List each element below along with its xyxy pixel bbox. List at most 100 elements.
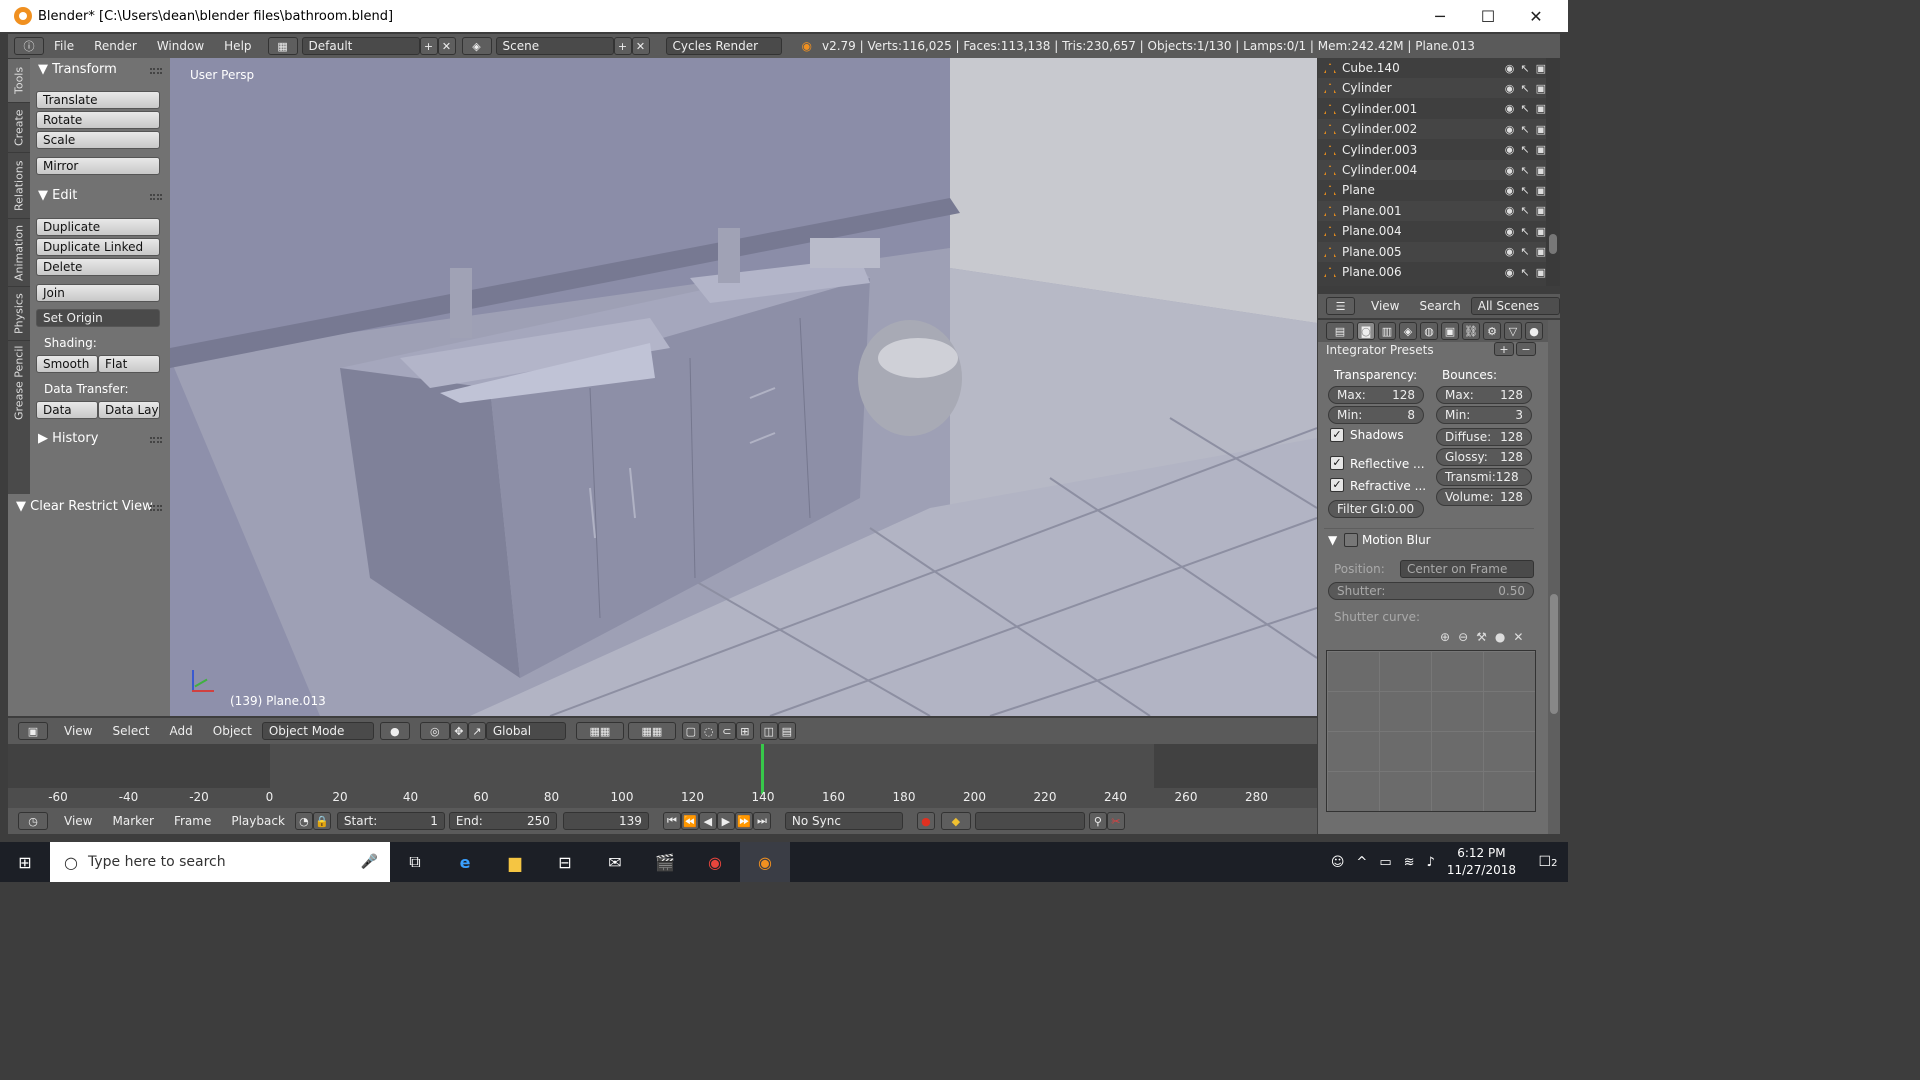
transform-manipulator-icon[interactable]: ↗ <box>467 722 486 740</box>
select-cursor-icon[interactable]: ↖ <box>1520 102 1529 115</box>
remove-layout-icon[interactable]: ✕ <box>437 37 456 55</box>
editor-type-properties-icon[interactable]: ▤ <box>1326 322 1354 340</box>
duplicate-linked-button[interactable]: Duplicate Linked <box>36 238 160 256</box>
select-cursor-icon[interactable]: ↖ <box>1520 62 1529 75</box>
transform-panel-header[interactable]: ▼ Transform <box>38 62 117 77</box>
taskbar-search-box[interactable]: ○ Type here to search 🎤 <box>50 842 390 882</box>
volume-bounces-field[interactable]: Volume: 128 <box>1436 488 1532 506</box>
visibility-eye-icon[interactable]: ◉ <box>1505 123 1515 136</box>
join-button[interactable]: Join <box>36 284 160 302</box>
render-camera-icon[interactable]: ▣ <box>1536 184 1546 197</box>
editor-type-3d-icon[interactable]: ▣ <box>18 722 48 740</box>
movies-icon[interactable]: 🎬 <box>640 842 690 882</box>
bounces-max-field[interactable]: Max: 128 <box>1436 386 1532 404</box>
outliner-item[interactable]: Plane.001 ◉ ↖ ▣ <box>1318 200 1546 221</box>
edge-browser-icon[interactable]: e <box>440 842 490 882</box>
transmission-bounces-field[interactable]: Transmi:128 <box>1436 468 1532 486</box>
rotate-button[interactable]: Rotate <box>36 111 160 129</box>
delete-keyframe-icon[interactable]: ✂ <box>1106 812 1125 830</box>
visibility-eye-icon[interactable]: ◉ <box>1505 245 1515 258</box>
render-camera-icon[interactable]: ▣ <box>1536 123 1546 136</box>
drag-handle-icon[interactable] <box>150 68 162 74</box>
mode-select[interactable]: Object Mode <box>261 722 374 740</box>
outliner-display-mode[interactable]: All Scenes <box>1470 297 1560 315</box>
scene-field[interactable]: Scene <box>495 37 614 55</box>
smooth-button[interactable]: Smooth <box>36 355 98 373</box>
manipulator-icon[interactable]: ✥ <box>449 722 468 740</box>
play-reverse-icon[interactable]: ◀ <box>698 812 717 830</box>
chrome-icon[interactable]: ◉ <box>690 842 740 882</box>
menu-select[interactable]: Select <box>102 724 159 738</box>
lock-time-icon[interactable]: 🔒 <box>312 812 331 830</box>
render-still-icon[interactable]: ◫ <box>759 722 778 740</box>
render-tab-icon[interactable]: ◙ <box>1357 322 1375 340</box>
current-frame-field[interactable]: 139 <box>562 812 649 830</box>
render-anim-icon[interactable]: ▤ <box>777 722 796 740</box>
snap-element-icon[interactable]: ⊞ <box>735 722 754 740</box>
zoom-in-icon[interactable]: ⊕ <box>1440 630 1450 644</box>
sync-mode-select[interactable]: No Sync <box>784 812 903 830</box>
menu-window[interactable]: Window <box>147 39 214 53</box>
viewport-shading-icon[interactable]: ● <box>379 722 410 740</box>
world-tab-icon[interactable]: ◍ <box>1420 322 1438 340</box>
tab-create[interactable]: Create <box>8 102 30 152</box>
visibility-eye-icon[interactable]: ◉ <box>1505 266 1515 279</box>
outliner-item[interactable]: Cylinder.001 ◉ ↖ ▣ <box>1318 99 1546 119</box>
remove-scene-icon[interactable]: ✕ <box>631 37 650 55</box>
select-cursor-icon[interactable]: ↖ <box>1520 184 1529 197</box>
outliner-scrollbar[interactable] <box>1546 58 1560 286</box>
drag-handle-icon[interactable] <box>150 505 162 511</box>
bounces-min-field[interactable]: Min: 3 <box>1436 406 1532 424</box>
screen-layout-icon[interactable]: ▦ <box>267 37 298 55</box>
outliner-item[interactable]: Cylinder.002 ◉ ↖ ▣ <box>1318 119 1546 140</box>
refractive-caustics-checkbox[interactable]: ✓ <box>1330 478 1344 492</box>
store-icon[interactable]: ⊟ <box>540 842 590 882</box>
scene-tab-icon[interactable]: ◈ <box>1399 322 1417 340</box>
outliner-item[interactable]: Cube.140 ◉ ↖ ▣ <box>1318 58 1546 78</box>
glossy-bounces-field[interactable]: Glossy: 128 <box>1436 448 1532 466</box>
end-frame-field[interactable]: End: 250 <box>448 812 557 830</box>
visibility-eye-icon[interactable]: ◉ <box>1505 143 1515 156</box>
volume-icon[interactable]: ♪ <box>1427 855 1435 870</box>
constraints-tab-icon[interactable]: ⛓ <box>1462 322 1480 340</box>
select-cursor-icon[interactable]: ↖ <box>1520 164 1529 177</box>
duplicate-button[interactable]: Duplicate <box>36 218 160 236</box>
people-icon[interactable]: ☺ <box>1331 855 1345 870</box>
start-frame-field[interactable]: Start: 1 <box>336 812 445 830</box>
lock-layers-icon[interactable]: ▢ <box>681 722 700 740</box>
zoom-out-icon[interactable]: ⊖ <box>1458 630 1468 644</box>
scene-icon[interactable]: ◈ <box>461 37 492 55</box>
edit-panel-header[interactable]: ▼ Edit <box>38 188 77 203</box>
keying-set-field[interactable] <box>974 812 1085 830</box>
object-tab-icon[interactable]: ▣ <box>1441 322 1459 340</box>
wrench-icon[interactable]: ⚒ <box>1476 630 1487 644</box>
add-preset-icon[interactable]: + <box>1494 342 1514 356</box>
jump-end-icon[interactable]: ⏭ <box>752 812 771 830</box>
render-camera-icon[interactable]: ▣ <box>1536 82 1546 95</box>
microphone-icon[interactable]: 🎤 <box>361 854 378 870</box>
select-cursor-icon[interactable]: ↖ <box>1520 266 1529 279</box>
menu-add[interactable]: Add <box>160 724 203 738</box>
menu-render[interactable]: Render <box>84 39 147 53</box>
reflective-caustics-checkbox[interactable]: ✓ <box>1330 456 1344 470</box>
wifi-icon[interactable]: ≋ <box>1404 855 1415 870</box>
render-camera-icon[interactable]: ▣ <box>1536 143 1546 156</box>
data-tab-icon[interactable]: ▽ <box>1504 322 1522 340</box>
render-camera-icon[interactable]: ▣ <box>1536 62 1546 75</box>
menu-object[interactable]: Object <box>203 724 262 738</box>
mail-icon[interactable]: ✉ <box>590 842 640 882</box>
set-origin-select[interactable]: Set Origin <box>36 309 160 327</box>
notifications-icon[interactable]: ☐2 <box>1528 854 1568 870</box>
render-camera-icon[interactable]: ▣ <box>1536 245 1546 258</box>
add-scene-icon[interactable]: + <box>613 37 632 55</box>
editor-type-info-button[interactable]: ⓘ <box>14 37 44 55</box>
orientation-select[interactable]: Global <box>485 722 566 740</box>
proportional-edit-icon[interactable]: ◌ <box>699 722 718 740</box>
mirror-button[interactable]: Mirror <box>36 157 160 175</box>
select-cursor-icon[interactable]: ↖ <box>1520 245 1529 258</box>
jump-start-icon[interactable]: ⏮ <box>662 812 681 830</box>
render-camera-icon[interactable]: ▣ <box>1536 204 1546 217</box>
outliner-item[interactable]: Cylinder.003 ◉ ↖ ▣ <box>1318 140 1546 160</box>
task-view-icon[interactable]: ⧉ <box>390 842 440 882</box>
material-tab-icon[interactable]: ● <box>1525 322 1543 340</box>
